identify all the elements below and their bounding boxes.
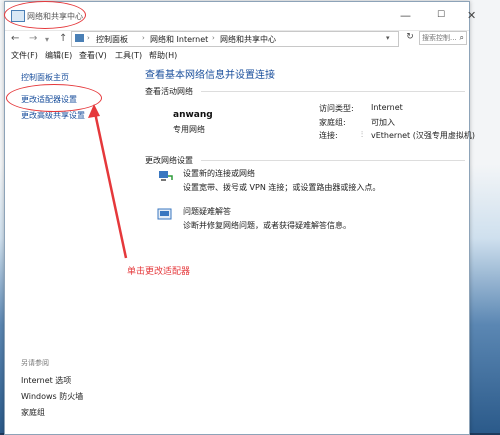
annotation-arrow <box>88 104 128 259</box>
baidu-watermark-url: jingyan.baidu.com <box>360 403 425 411</box>
annotation-text: 单击更改适配器 <box>127 267 191 277</box>
baidu-watermark: Bai百度 <box>330 384 391 403</box>
